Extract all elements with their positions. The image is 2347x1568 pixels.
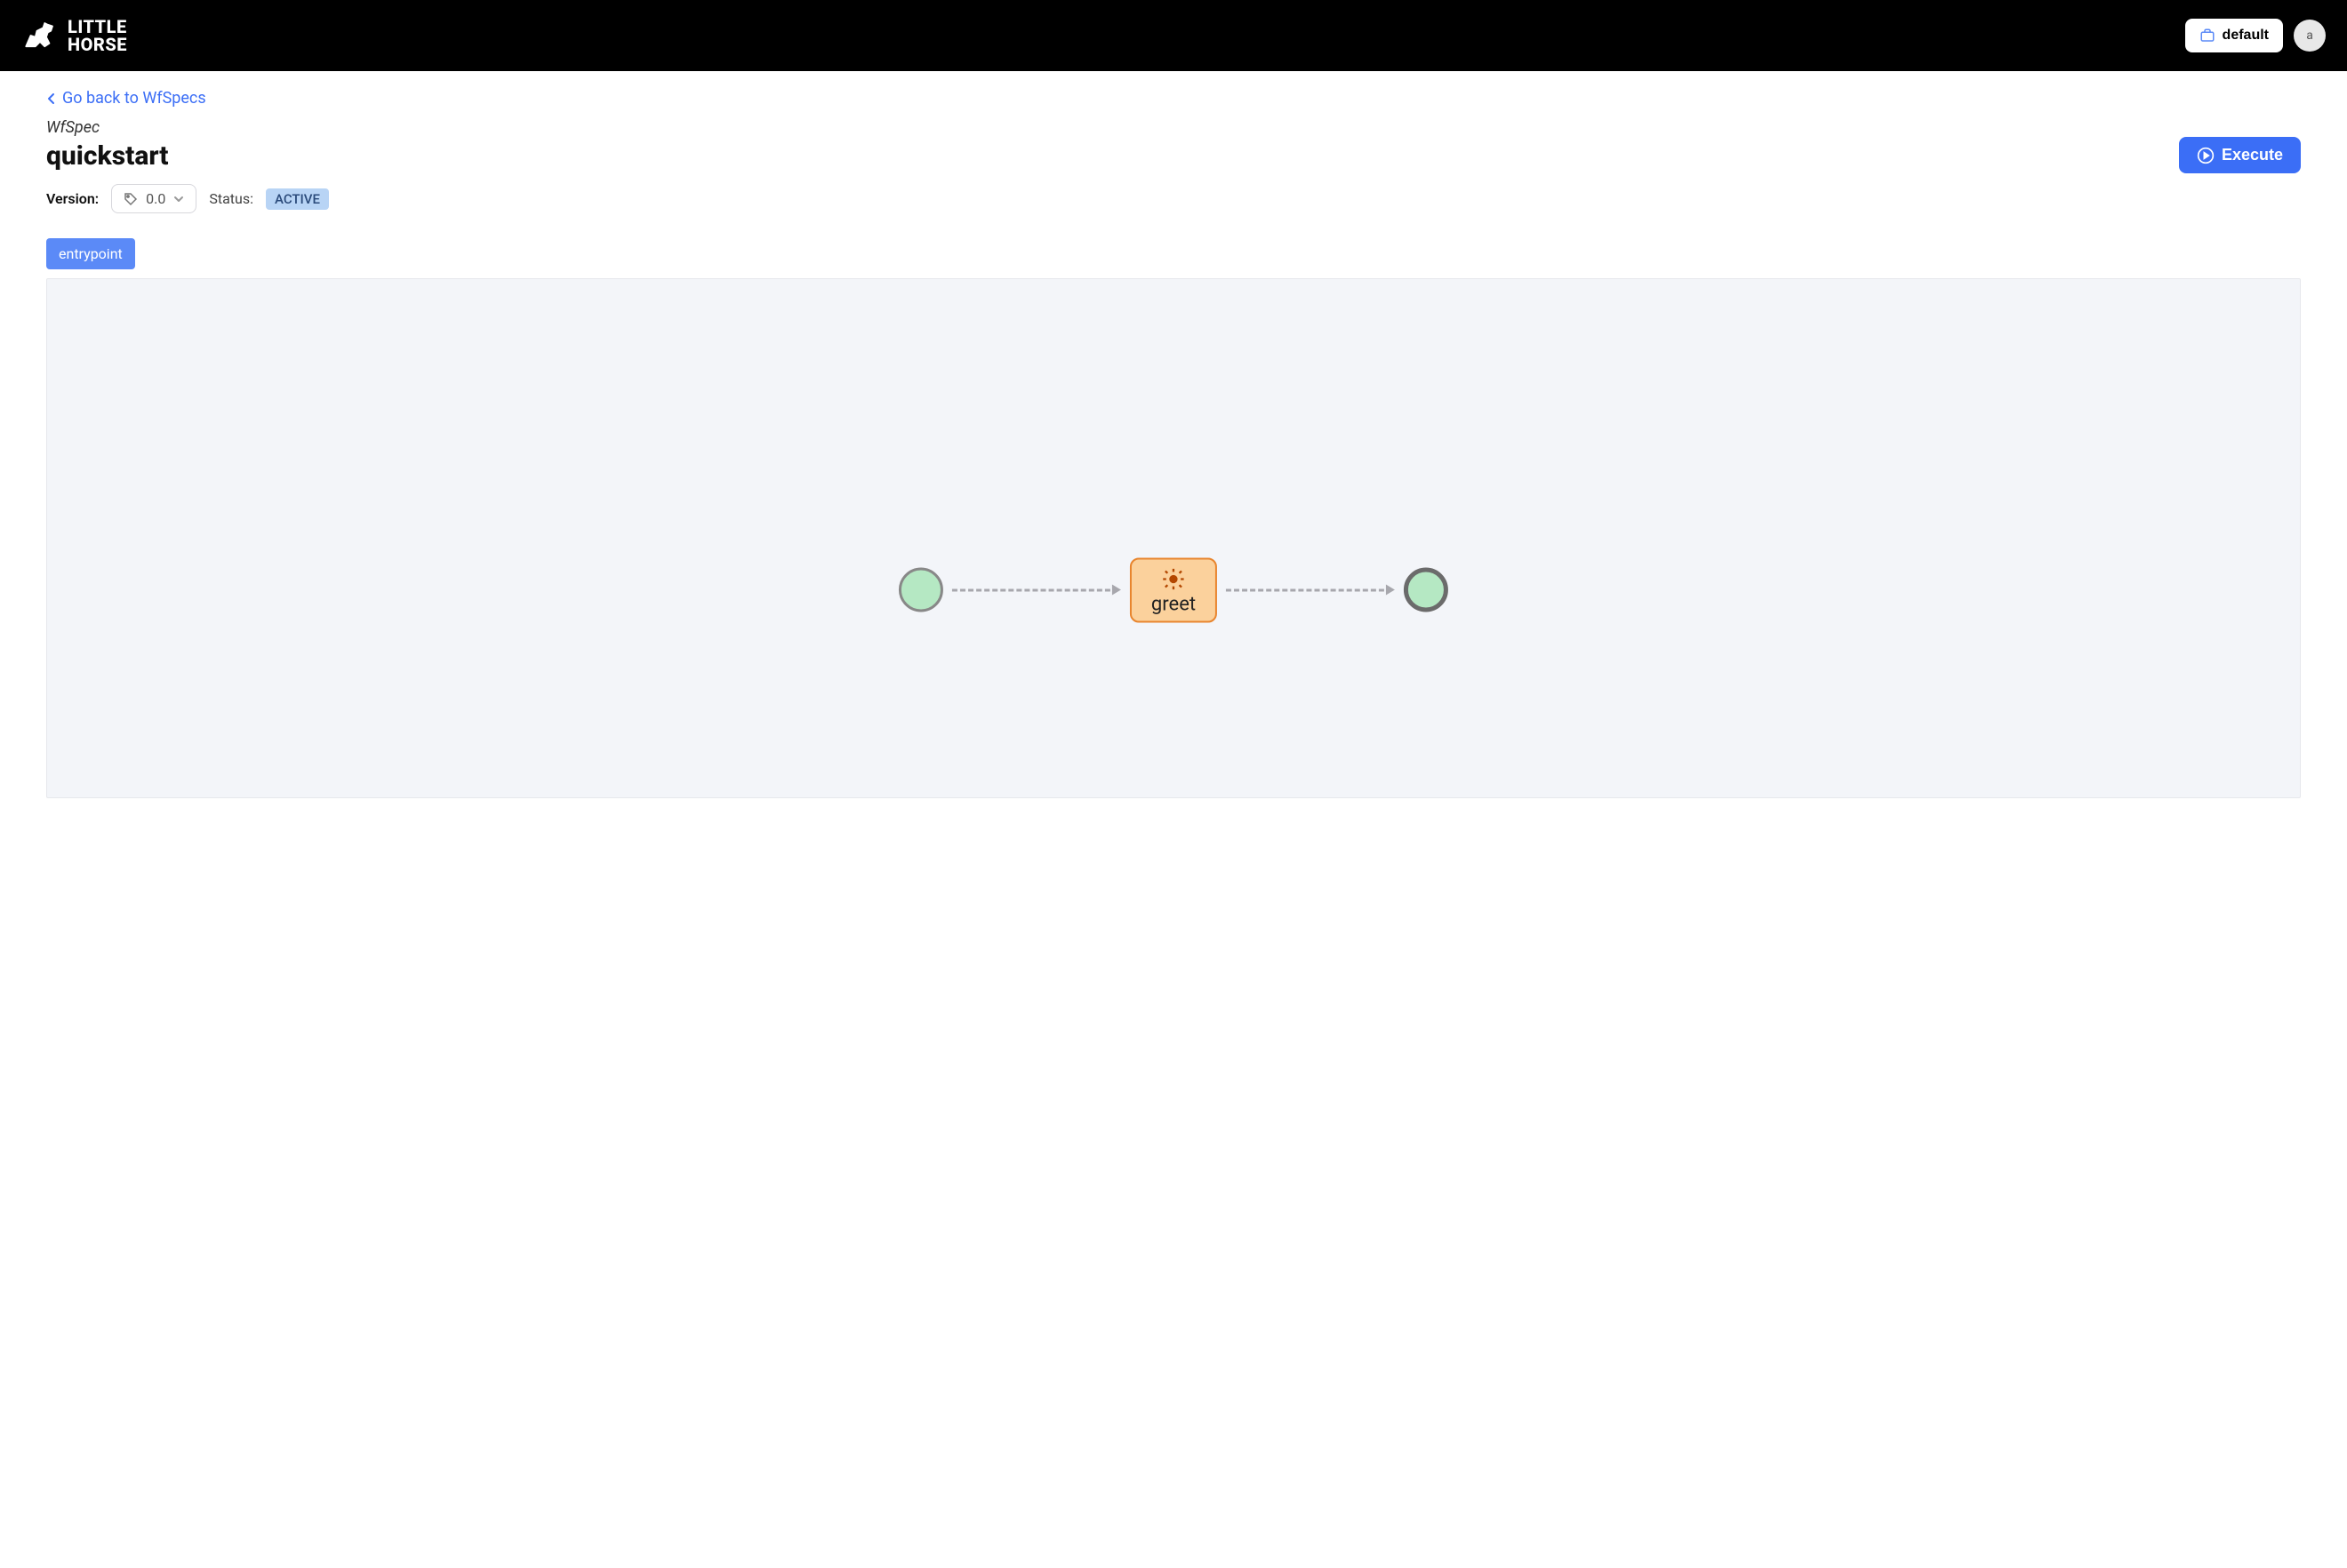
version-value: 0.0 (146, 190, 165, 207)
briefcase-icon (2199, 28, 2215, 44)
status-badge: ACTIVE (266, 188, 329, 210)
app-header: LITTLE HORSE default a (0, 0, 2347, 71)
end-node[interactable] (1404, 568, 1448, 612)
avatar-initial: a (2306, 28, 2313, 43)
edge-line (952, 589, 1110, 592)
workflow-canvas[interactable]: greet (46, 278, 2301, 798)
arrow-right-icon (1386, 585, 1395, 596)
back-link[interactable]: Go back to WfSpecs (46, 89, 206, 108)
header-actions: default a (2185, 19, 2326, 52)
edge-line (1226, 589, 1384, 592)
execute-label: Execute (2222, 146, 2283, 164)
arrow-right-icon (1112, 585, 1121, 596)
avatar[interactable]: a (2294, 20, 2326, 52)
task-label: greet (1151, 593, 1196, 615)
version-label: Version: (46, 190, 99, 207)
entrypoint-chip[interactable]: entrypoint (46, 238, 135, 269)
horse-icon (21, 20, 59, 52)
brand-line2: HORSE (68, 36, 127, 53)
breadcrumb: WfSpec (46, 118, 2301, 137)
start-node[interactable] (899, 568, 943, 612)
tag-icon (123, 191, 139, 207)
gear-icon (1160, 566, 1187, 591)
edge (952, 589, 1121, 591)
tenant-selector[interactable]: default (2185, 19, 2283, 52)
chevron-left-icon (46, 92, 57, 105)
tenant-label: default (2223, 28, 2269, 44)
edge (1226, 589, 1395, 591)
brand-line1: LITTLE (68, 18, 127, 36)
play-circle-icon (2197, 147, 2215, 164)
version-selector[interactable]: 0.0 (111, 184, 196, 213)
chevron-down-icon (172, 193, 185, 205)
status-label: Status: (209, 190, 253, 207)
task-node-greet[interactable]: greet (1130, 557, 1217, 622)
meta-row: Version: 0.0 Status: ACTIVE (46, 184, 2301, 213)
brand-logo: LITTLE HORSE (21, 18, 127, 53)
workflow-diagram: greet (899, 557, 1448, 622)
page-title: quickstart (46, 140, 168, 172)
page-content: Go back to WfSpecs WfSpec quickstart Exe… (0, 71, 2347, 816)
back-link-text: Go back to WfSpecs (62, 89, 206, 108)
execute-button[interactable]: Execute (2179, 137, 2301, 173)
